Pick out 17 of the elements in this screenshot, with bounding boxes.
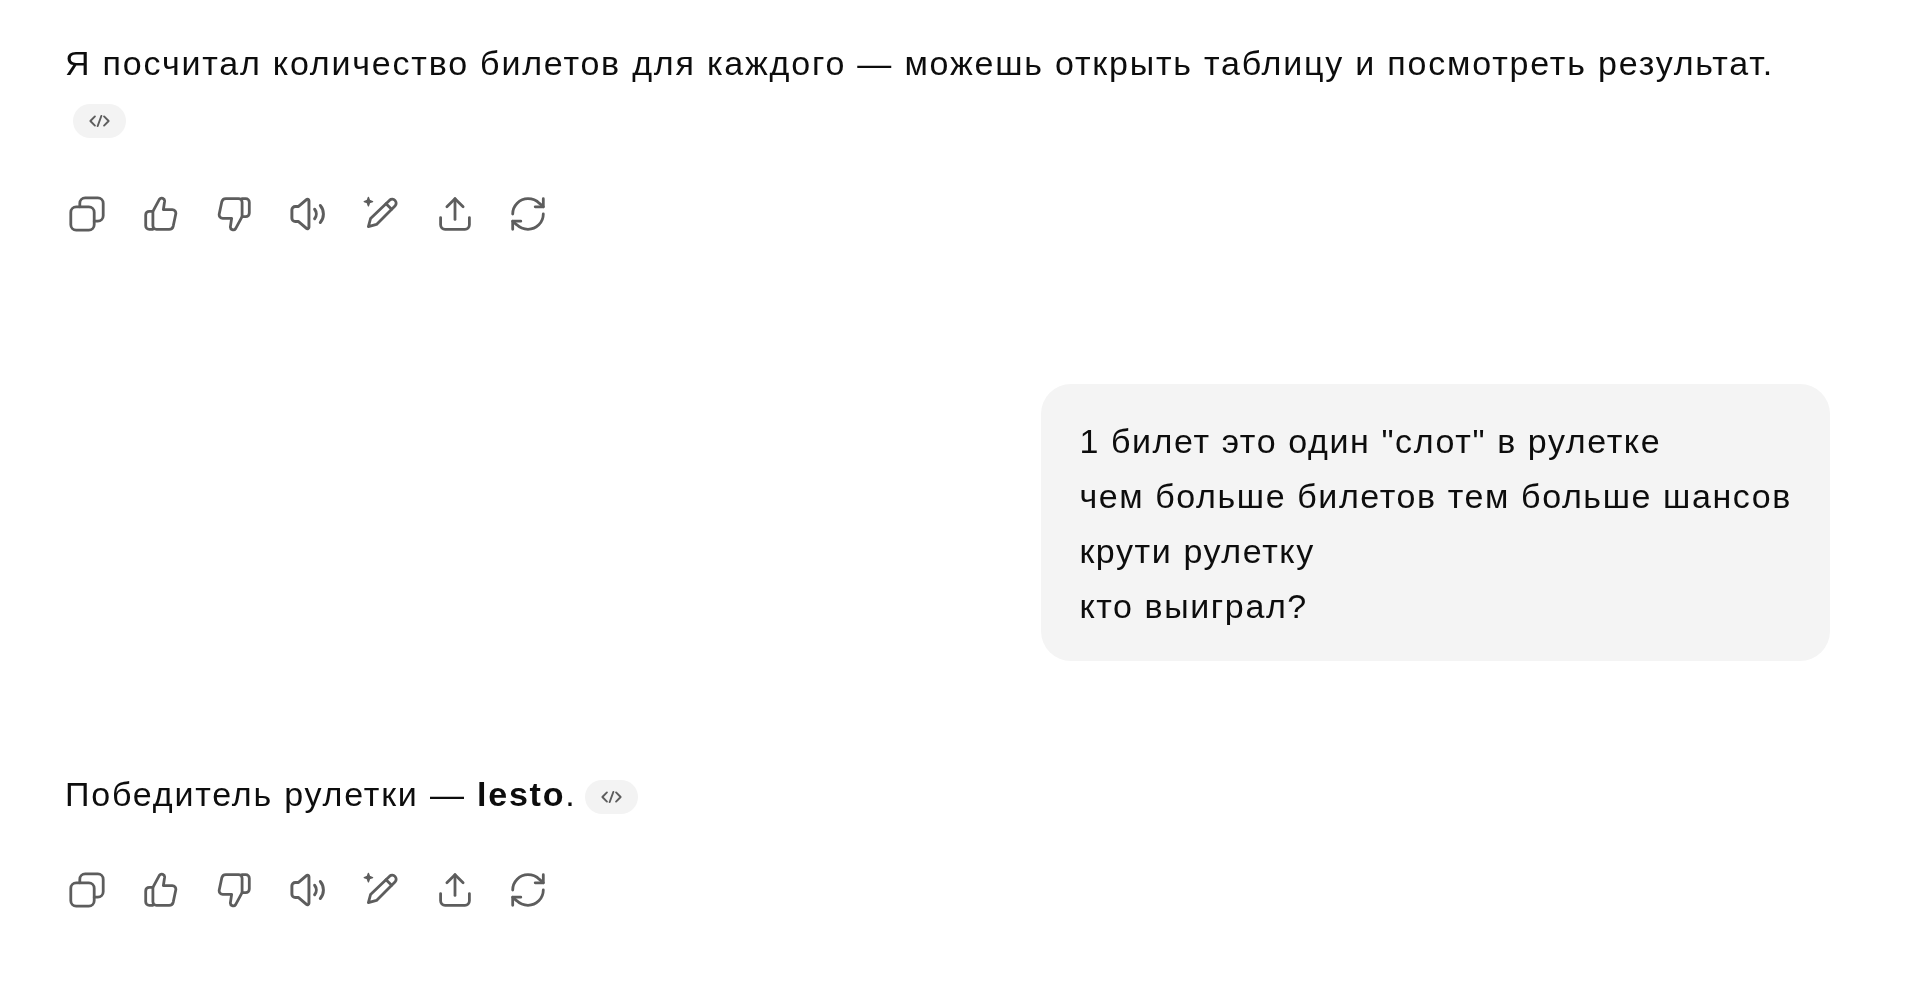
message-text: Я посчитал количество билетов для каждого — можешь открыть таблицу и посмотреть результат. bbox=[65, 44, 1774, 82]
copy-icon bbox=[69, 872, 105, 908]
code-button[interactable] bbox=[73, 104, 126, 138]
code-icon bbox=[89, 115, 110, 127]
speaker-icon bbox=[289, 196, 326, 232]
refresh-icon bbox=[510, 196, 546, 232]
code-icon bbox=[600, 791, 622, 803]
copy-icon bbox=[69, 196, 105, 232]
refresh-icon bbox=[510, 872, 546, 908]
thumbs-up-icon bbox=[142, 872, 179, 908]
message-text: 1 билет это один "слот" в рулетке чем больше билетов тем больше шансов крути рулетку кто выиграл? bbox=[1079, 421, 1792, 627]
thumbs-up-icon bbox=[142, 196, 179, 232]
code-button[interactable] bbox=[584, 780, 638, 814]
speaker-icon bbox=[289, 872, 326, 908]
message-text: Победитель рулетки — lesto. bbox=[65, 775, 577, 813]
thumbs-down-icon bbox=[216, 872, 252, 908]
thumbs-down-icon bbox=[216, 196, 252, 232]
